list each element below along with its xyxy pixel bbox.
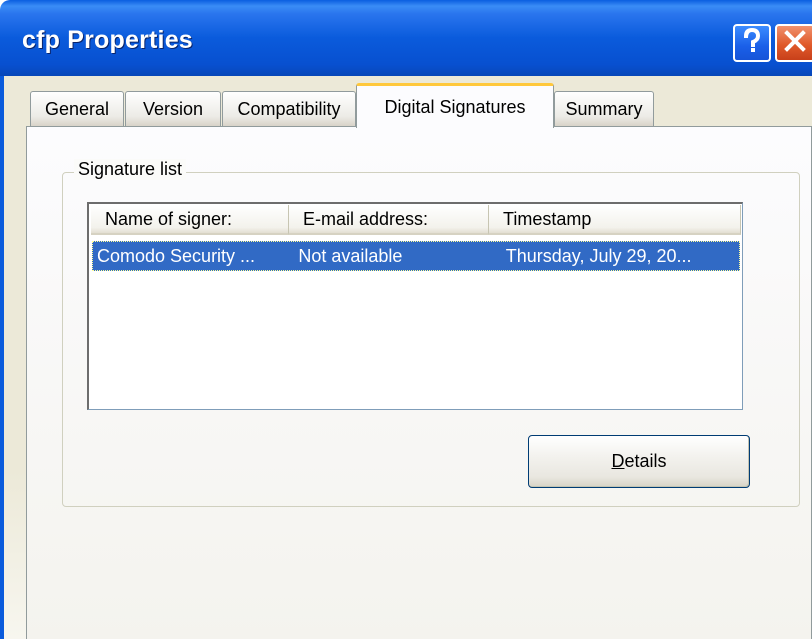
details-button[interactable]: Details bbox=[528, 435, 750, 488]
tab-label: Compatibility bbox=[237, 99, 341, 119]
details-mnemonic: D bbox=[611, 451, 625, 471]
column-label: E-mail address: bbox=[303, 208, 429, 229]
tab-general[interactable]: General bbox=[30, 91, 124, 127]
column-header-email[interactable]: E-mail address: bbox=[289, 205, 489, 235]
column-label: Name of signer: bbox=[105, 208, 233, 229]
tab-digital-signatures[interactable]: Digital Signatures bbox=[356, 83, 554, 128]
signer-cell: Comodo Security ... bbox=[97, 245, 256, 266]
tab-label: Summary bbox=[565, 99, 643, 119]
tab-summary[interactable]: Summary bbox=[554, 91, 654, 127]
signature-list-label: Signature list bbox=[74, 159, 187, 180]
window-title: cfp Properties bbox=[22, 26, 193, 54]
tab-label: Digital Signatures bbox=[384, 96, 526, 117]
tab-label: General bbox=[44, 99, 110, 119]
list-header: Name of signer: E-mail address: Timestam… bbox=[91, 205, 741, 235]
timestamp-cell: Thursday, July 29, 20... bbox=[505, 245, 692, 266]
column-header-signer[interactable]: Name of signer: bbox=[91, 205, 289, 235]
details-label: etails bbox=[624, 451, 667, 471]
tab-label: Version bbox=[142, 99, 204, 119]
help-button[interactable] bbox=[733, 24, 771, 62]
help-icon bbox=[740, 27, 764, 59]
column-header-timestamp[interactable]: Timestamp bbox=[489, 205, 741, 235]
properties-window: cfp Properties General Version Compatibi… bbox=[0, 0, 812, 639]
tab-compatibility[interactable]: Compatibility bbox=[222, 91, 356, 127]
title-bar[interactable]: cfp Properties bbox=[0, 0, 812, 76]
column-label: Timestamp bbox=[503, 208, 592, 229]
tab-version[interactable]: Version bbox=[125, 91, 221, 127]
email-cell: Not available bbox=[298, 245, 403, 266]
table-row[interactable]: Comodo Security ... Not available Thursd… bbox=[92, 241, 740, 271]
close-button[interactable] bbox=[775, 24, 812, 62]
signature-list[interactable]: Name of signer: E-mail address: Timestam… bbox=[87, 202, 743, 410]
close-icon bbox=[783, 29, 807, 58]
